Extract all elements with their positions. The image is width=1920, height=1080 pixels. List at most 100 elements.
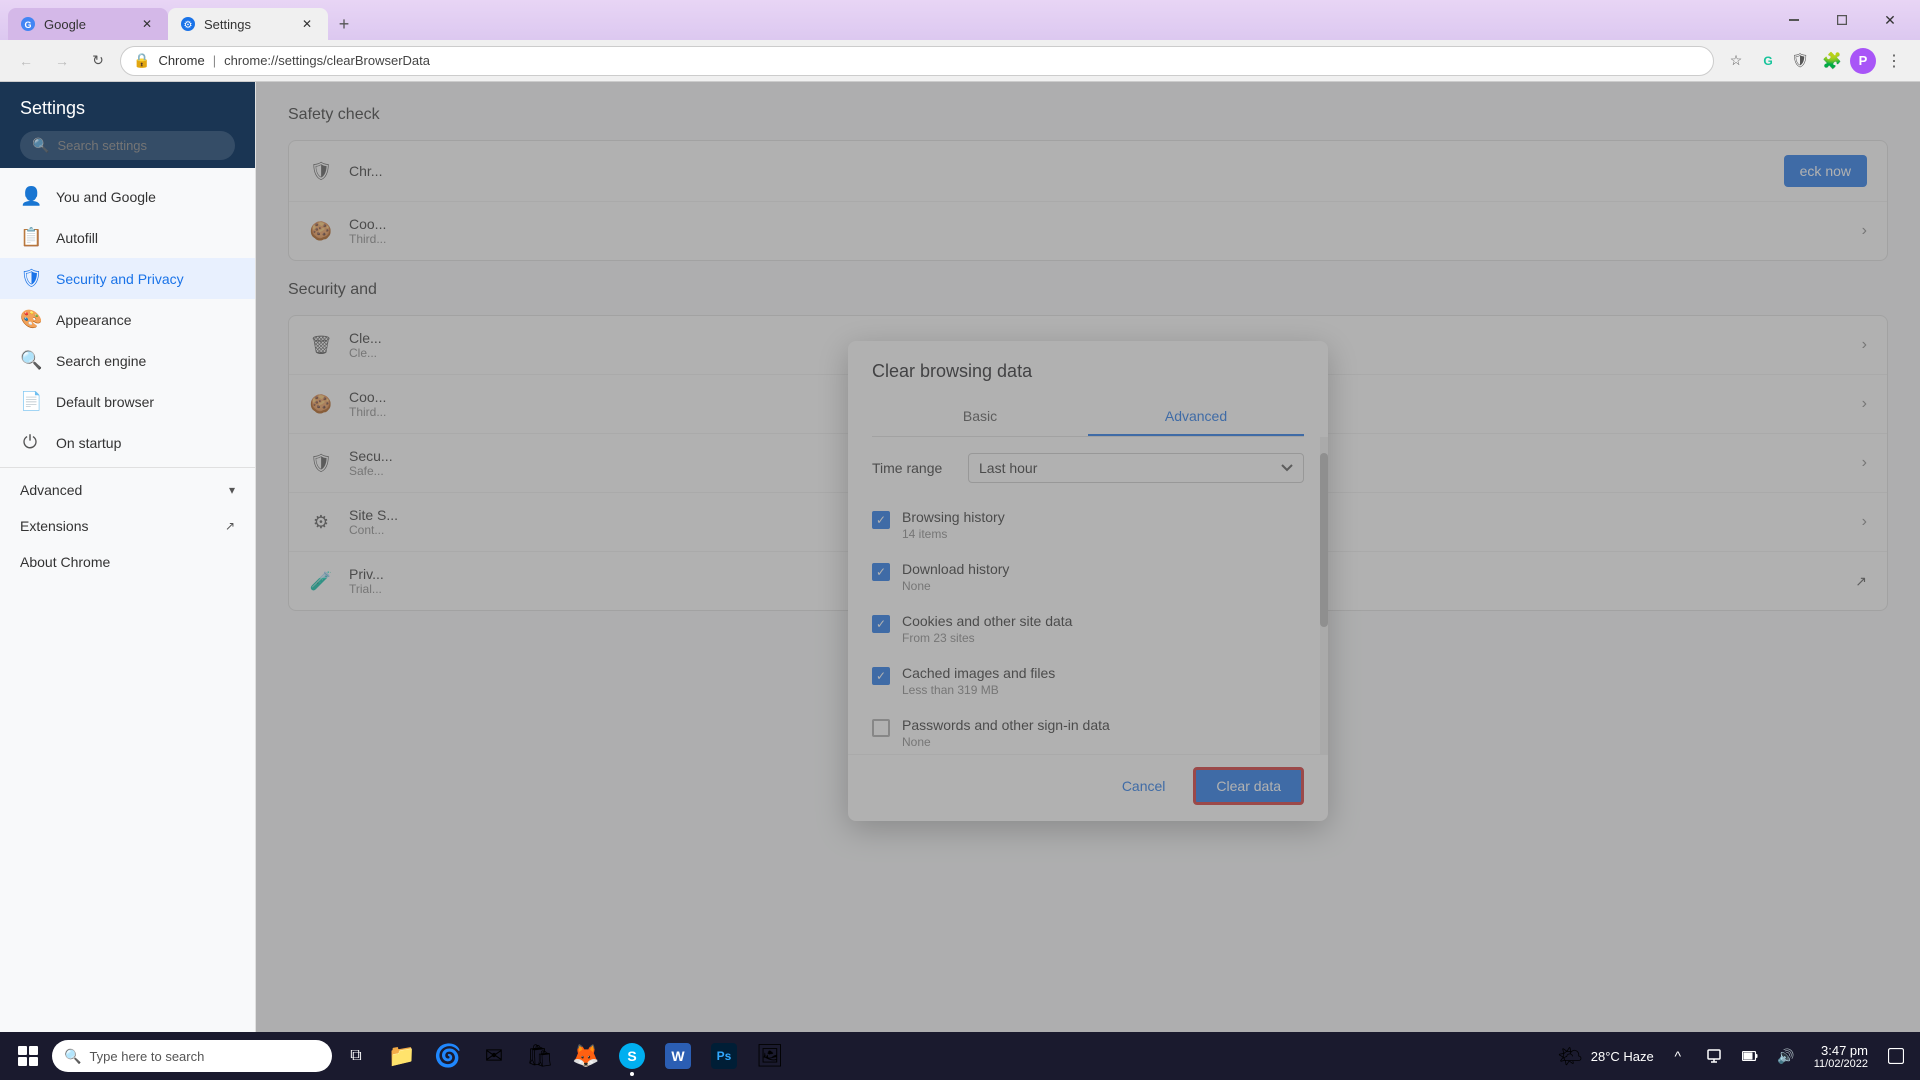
address-separator: | xyxy=(213,53,216,68)
grammarly-icon[interactable]: G xyxy=(1754,47,1782,75)
skype-icon: S xyxy=(619,1043,645,1069)
sidebar-label-about: About Chrome xyxy=(20,554,110,570)
chevron-down-icon: ▾ xyxy=(229,483,235,497)
reload-button[interactable]: ↻ xyxy=(84,47,112,75)
search-icon: 🔍 xyxy=(32,137,49,154)
taskbar-app-edge[interactable]: 🌀 xyxy=(426,1034,470,1078)
menu-icon[interactable]: ⋮ xyxy=(1880,47,1908,75)
svg-text:⚙: ⚙ xyxy=(184,20,193,31)
sidebar-item-default-browser[interactable]: 📄 Default browser xyxy=(0,381,255,422)
sidebar-item-search[interactable]: 🔍 Search engine xyxy=(0,340,255,381)
sidebar-label-search: Search engine xyxy=(56,353,146,369)
task-view-button[interactable]: ⧉ xyxy=(336,1036,376,1076)
minimize-button[interactable] xyxy=(1772,4,1816,36)
sidebar-label-autofill: Autofill xyxy=(56,230,98,246)
forward-button[interactable]: → xyxy=(48,47,76,75)
lock-icon: 🔒 xyxy=(133,52,150,69)
profile-avatar[interactable]: P xyxy=(1850,48,1876,74)
back-button[interactable]: ← xyxy=(12,47,40,75)
search-engine-icon: 🔍 xyxy=(20,350,40,371)
taskbar-app-skype[interactable]: S xyxy=(610,1034,654,1078)
skype-active-dot xyxy=(630,1072,634,1076)
settings-sidebar: Settings 🔍 👤 You and Google 📋 Autofill 🛡 xyxy=(0,82,256,1080)
svg-text:G: G xyxy=(24,20,31,30)
taskbar-app-files[interactable]: 📁 xyxy=(380,1034,424,1078)
sidebar-label-security: Security and Privacy xyxy=(56,271,184,287)
tab-google-close[interactable]: ✕ xyxy=(138,15,156,33)
taskbar-app-ps[interactable]: Ps xyxy=(702,1034,746,1078)
shield-icon: 🛡 xyxy=(20,268,40,289)
clock-time: 3:47 pm xyxy=(1814,1043,1868,1058)
sidebar-item-appearance[interactable]: 🎨 Appearance xyxy=(0,299,255,340)
files-icon: 📁 xyxy=(388,1043,415,1069)
default-browser-icon: 📄 xyxy=(20,391,40,412)
battery-icon[interactable] xyxy=(1734,1040,1766,1072)
tab-settings[interactable]: ⚙ Settings ✕ xyxy=(168,8,328,40)
taskbar-search[interactable]: 🔍 Type here to search xyxy=(52,1040,332,1072)
sidebar-item-you-google[interactable]: 👤 You and Google xyxy=(0,176,255,217)
taskbar-app-store[interactable]: 🛍 xyxy=(518,1034,562,1078)
sidebar-label-you-google: You and Google xyxy=(56,189,156,205)
sidebar-nav: 👤 You and Google 📋 Autofill 🛡 Security a… xyxy=(0,168,255,1080)
clock-date: 11/02/2022 xyxy=(1814,1058,1868,1070)
taskbar-app-word[interactable]: W xyxy=(656,1034,700,1078)
title-bar: G Google ✕ ⚙ Settings ✕ + ✕ xyxy=(0,0,1920,40)
start-button[interactable] xyxy=(8,1036,48,1076)
address-url: chrome://settings/clearBrowserData xyxy=(224,53,430,68)
appearance-icon: 🎨 xyxy=(20,309,40,330)
photoshop-icon: Ps xyxy=(711,1043,737,1069)
settings-favicon: ⚙ xyxy=(180,16,196,32)
sidebar-item-advanced[interactable]: Advanced ▾ xyxy=(0,472,255,508)
address-host: Chrome xyxy=(158,53,204,68)
tab-settings-label: Settings xyxy=(204,17,251,32)
address-bar-row: ← → ↻ 🔒 Chrome | chrome://settings/clear… xyxy=(0,40,1920,82)
toolbar-icons: ☆ G 🛡 🧩 P ⋮ xyxy=(1722,47,1908,75)
volume-icon[interactable]: 🔊 xyxy=(1770,1040,1802,1072)
maximize-button[interactable] xyxy=(1820,4,1864,36)
modal-backdrop xyxy=(256,82,1920,1080)
sidebar-item-security[interactable]: 🛡 Security and Privacy xyxy=(0,258,255,299)
tabs-area: G Google ✕ ⚙ Settings ✕ + xyxy=(8,0,1764,40)
taskbar: 🔍 Type here to search ⧉ 📁 🌀 ✉ 🛍 🦊 S xyxy=(0,1032,1920,1080)
taskbar-clock[interactable]: 3:47 pm 11/02/2022 xyxy=(1806,1043,1876,1070)
extensions-icon[interactable]: 🧩 xyxy=(1818,47,1846,75)
browser-window: G Google ✕ ⚙ Settings ✕ + ✕ xyxy=(0,0,1920,1080)
bookmark-icon[interactable]: ☆ xyxy=(1722,47,1750,75)
sidebar-item-startup[interactable]: ⏻ On startup xyxy=(0,422,255,463)
tab-google-label: Google xyxy=(44,17,86,32)
browser-content: Settings 🔍 👤 You and Google 📋 Autofill 🛡 xyxy=(0,82,1920,1080)
sidebar-label-startup: On startup xyxy=(56,435,121,451)
edge-icon: 🌀 xyxy=(434,1043,461,1069)
sidebar-item-extensions[interactable]: Extensions ↗ xyxy=(0,508,255,544)
sidebar-label-default: Default browser xyxy=(56,394,154,410)
taskbar-app-photos[interactable]: 🖼 xyxy=(748,1034,792,1078)
system-tray-chevron[interactable]: ^ xyxy=(1662,1040,1694,1072)
sidebar-label-extensions: Extensions xyxy=(20,518,88,534)
sidebar-item-about[interactable]: About Chrome xyxy=(0,544,255,580)
tab-settings-close[interactable]: ✕ xyxy=(298,15,316,33)
weather-text: 28°C Haze xyxy=(1587,1049,1658,1064)
taskbar-search-icon: 🔍 xyxy=(64,1048,81,1065)
taskbar-search-text: Type here to search xyxy=(89,1049,204,1064)
settings-main: Safety check 🛡 Chr... eck now 🍪 xyxy=(256,82,1920,1080)
sidebar-divider xyxy=(0,467,255,468)
new-tab-button[interactable]: + xyxy=(328,8,360,40)
store-icon: 🛍 xyxy=(526,1043,554,1069)
settings-title: Settings xyxy=(20,98,235,131)
display-icon[interactable] xyxy=(1698,1040,1730,1072)
search-settings-input[interactable] xyxy=(57,138,223,153)
notification-button[interactable] xyxy=(1880,1040,1912,1072)
address-bar[interactable]: 🔒 Chrome | chrome://settings/clearBrowse… xyxy=(120,46,1714,76)
taskbar-app-mail[interactable]: ✉ xyxy=(472,1034,516,1078)
startup-icon: ⏻ xyxy=(20,432,40,453)
sidebar-item-autofill[interactable]: 📋 Autofill xyxy=(0,217,255,258)
taskbar-app-firefox[interactable]: 🦊 xyxy=(564,1034,608,1078)
sidebar-label-advanced: Advanced xyxy=(20,482,82,498)
google-favicon: G xyxy=(20,16,36,32)
photos-icon: 🖼 xyxy=(756,1043,784,1069)
close-button[interactable]: ✕ xyxy=(1868,4,1912,36)
sidebar-label-appearance: Appearance xyxy=(56,312,132,328)
mail-icon: ✉ xyxy=(485,1043,503,1069)
shield-ext-icon[interactable]: 🛡 xyxy=(1786,47,1814,75)
tab-google[interactable]: G Google ✕ xyxy=(8,8,168,40)
